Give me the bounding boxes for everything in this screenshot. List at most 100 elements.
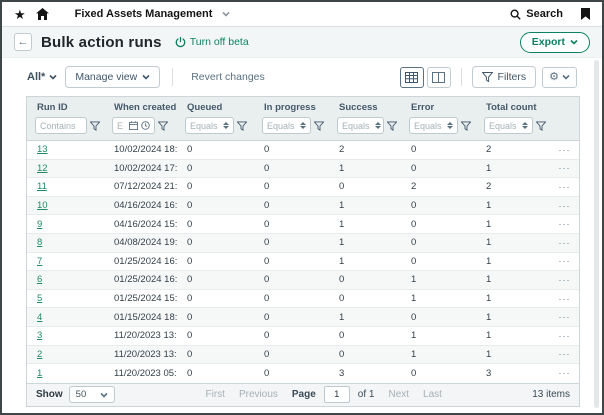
funnel-icon[interactable] [314, 121, 324, 131]
run-id-link[interactable]: 4 [37, 312, 42, 323]
favorites-star-icon[interactable]: ★ [14, 8, 26, 21]
when-created-cell: 04/16/2024 15:5... [104, 215, 177, 233]
row-actions-button[interactable]: ··· [551, 160, 578, 178]
toolbar-divider [172, 68, 173, 86]
filters-button[interactable]: Filters [472, 66, 537, 88]
settings-button[interactable]: ⚙ [542, 67, 577, 88]
column-header-run-id[interactable]: Run ID [27, 97, 104, 115]
run-id-filter-input[interactable] [40, 121, 82, 131]
in-progress-cell: 0 [254, 290, 329, 308]
row-actions-button[interactable]: ··· [551, 141, 578, 159]
app-switcher-label[interactable]: Fixed Assets Management [75, 8, 213, 20]
grid-view-button[interactable] [400, 67, 424, 88]
export-label: Export [532, 36, 565, 48]
column-view-button[interactable] [427, 67, 451, 88]
column-header-in-progress[interactable]: In progress [254, 97, 329, 115]
page-label: Page [292, 389, 316, 400]
funnel-icon[interactable] [237, 121, 247, 131]
page-of-label: of 1 [358, 389, 375, 400]
funnel-icon[interactable] [461, 121, 471, 131]
row-actions-button[interactable]: ··· [551, 327, 578, 345]
stepper-icon [300, 122, 306, 129]
view-selector-dropdown[interactable]: All* [27, 71, 57, 83]
run-id-link[interactable]: 13 [37, 144, 48, 155]
previous-page-link[interactable]: Previous [239, 389, 278, 400]
page-scrollbar[interactable] [594, 60, 599, 408]
run-id-link[interactable]: 5 [37, 293, 42, 304]
home-icon[interactable] [36, 8, 49, 20]
row-actions-button[interactable]: ··· [551, 364, 578, 383]
error-filter-select[interactable]: Equals [409, 117, 458, 134]
turn-off-beta-toggle[interactable]: Turn off beta [175, 36, 249, 48]
row-actions-button[interactable]: ··· [551, 215, 578, 233]
when-created-cell: 01/25/2024 16:1... [104, 253, 177, 271]
next-page-link[interactable]: Next [388, 389, 409, 400]
run-id-link[interactable]: 9 [37, 219, 42, 230]
queued-filter-select[interactable]: Equals [185, 117, 234, 134]
clock-icon[interactable] [141, 121, 150, 130]
queued-cell: 0 [177, 160, 254, 178]
row-actions-button[interactable]: ··· [551, 197, 578, 215]
global-search[interactable]: Search [510, 8, 563, 20]
in-progress-filter-select[interactable]: Equals [262, 117, 311, 134]
items-count: 13 items [532, 389, 570, 400]
run-id-link[interactable]: 6 [37, 274, 42, 285]
list-toolbar: All* Manage view Revert changes Filters … [2, 58, 602, 96]
queued-cell: 0 [177, 141, 254, 159]
row-actions-button[interactable]: ··· [551, 290, 578, 308]
success-cell: 0 [329, 290, 401, 308]
row-actions-button[interactable]: ··· [551, 346, 578, 364]
in-progress-cell: 0 [254, 234, 329, 252]
queued-cell: 0 [177, 234, 254, 252]
search-icon [510, 9, 521, 20]
success-cell: 1 [329, 308, 401, 326]
column-header-when-created[interactable]: When created↓ [104, 97, 177, 115]
table-filter-row: Equals Equals Equals Equals Equals [27, 115, 579, 141]
funnel-icon[interactable] [387, 121, 397, 131]
when-created-cell: 01/15/2024 18:2... [104, 308, 177, 326]
row-actions-button[interactable]: ··· [551, 253, 578, 271]
calendar-icon[interactable] [129, 121, 138, 130]
row-actions-button[interactable]: ··· [551, 271, 578, 289]
column-header-success[interactable]: Success [329, 97, 401, 115]
when-created-filter-input[interactable] [117, 121, 126, 131]
toolbar-divider [461, 68, 462, 86]
funnel-icon[interactable] [158, 121, 168, 131]
export-button[interactable]: Export [520, 32, 590, 53]
when-created-cell: 11/20/2023 05:0... [104, 364, 177, 383]
queued-cell: 0 [177, 215, 254, 233]
success-filter-select[interactable]: Equals [337, 117, 384, 134]
run-id-link[interactable]: 10 [37, 200, 48, 211]
table-header-row: Run ID When created↓ Queued In progress … [27, 97, 579, 115]
last-page-link[interactable]: Last [423, 389, 442, 400]
bookmark-icon[interactable] [581, 8, 590, 20]
success-cell: 1 [329, 160, 401, 178]
run-id-link[interactable]: 3 [37, 330, 42, 341]
run-id-link[interactable]: 11 [37, 181, 47, 192]
page-number-input[interactable] [324, 386, 350, 403]
total-count-cell: 1 [476, 253, 551, 271]
row-actions-button[interactable]: ··· [551, 308, 578, 326]
app-switcher-chevron-icon[interactable] [222, 10, 230, 18]
total-count-filter-select[interactable]: Equals [484, 117, 533, 134]
column-header-total-count[interactable]: Total count [476, 97, 551, 115]
run-id-link[interactable]: 8 [37, 237, 42, 248]
funnel-icon[interactable] [536, 121, 546, 131]
column-header-queued[interactable]: Queued [177, 97, 254, 115]
manage-view-button[interactable]: Manage view [65, 66, 160, 88]
column-header-error[interactable]: Error [401, 97, 476, 115]
first-page-link[interactable]: First [206, 389, 225, 400]
success-cell: 0 [329, 327, 401, 345]
success-cell: 1 [329, 215, 401, 233]
funnel-icon[interactable] [90, 121, 100, 131]
row-actions-button[interactable]: ··· [551, 234, 578, 252]
run-id-link[interactable]: 2 [37, 349, 42, 360]
run-id-link[interactable]: 7 [37, 256, 42, 267]
run-id-link[interactable]: 1 [37, 368, 42, 379]
run-id-link[interactable]: 12 [37, 163, 48, 174]
page-size-select[interactable]: 50 [69, 386, 116, 403]
row-actions-button[interactable]: ··· [551, 178, 578, 196]
queued-cell: 0 [177, 327, 254, 345]
back-button[interactable]: ← [14, 33, 32, 51]
revert-changes-link[interactable]: Revert changes [191, 71, 265, 83]
